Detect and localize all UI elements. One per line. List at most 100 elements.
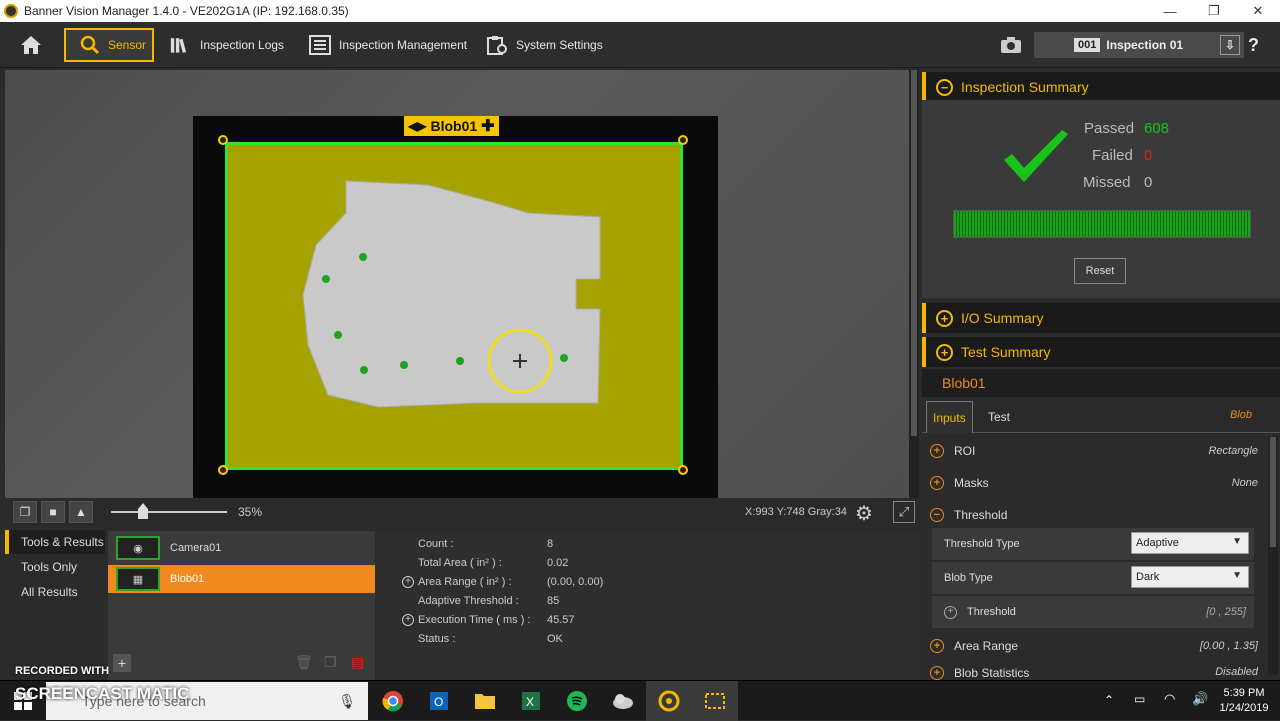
pass-history-bar	[953, 210, 1251, 238]
app-cloud-icon[interactable]	[600, 681, 646, 721]
camera-icon	[1000, 34, 1022, 56]
camera-button[interactable]	[1000, 28, 1030, 62]
chrome-icon[interactable]	[370, 681, 416, 721]
viewer-scrollbar[interactable]	[909, 70, 919, 498]
tool-type: Blob	[1229, 409, 1252, 421]
inspection-summary-header[interactable]: − Inspection Summary	[922, 72, 1280, 102]
blob-tool-icon: ▦	[116, 567, 160, 591]
tool-camera01[interactable]: ◉ Camera01	[108, 534, 375, 562]
collapse-icon: −	[930, 508, 944, 522]
param-area-range[interactable]: + Area Range [0.00 , 1.35]	[922, 631, 1258, 661]
viewer-footer: ❐ ■ ▲ 35% X:993 Y:748 Gray:34 ⚙ ⤢	[5, 498, 919, 526]
expand-icon[interactable]: +	[402, 614, 414, 626]
expand-icon: +	[930, 476, 944, 490]
add-tool-button[interactable]: +	[113, 654, 131, 672]
delete-all-icon[interactable]: ▤	[351, 654, 364, 671]
home-button[interactable]	[20, 28, 50, 62]
clock-date: 1/24/2019	[1219, 702, 1269, 714]
blob-type-select[interactable]: Dark ▼	[1131, 566, 1249, 588]
file-explorer-icon[interactable]	[462, 681, 508, 721]
reset-button[interactable]: Reset	[1074, 258, 1126, 284]
tab-inspection-logs[interactable]: Inspection Logs	[170, 28, 284, 62]
svg-text:X: X	[526, 695, 534, 709]
io-summary-title: I/O Summary	[961, 310, 1044, 326]
tab-tools-only[interactable]: Tools Only	[5, 555, 105, 579]
gear-icon[interactable]: ⚙	[855, 501, 873, 526]
minimize-button[interactable]: —	[1148, 0, 1192, 22]
panel-scrollbar[interactable]	[1268, 437, 1278, 675]
chevron-down-icon: ▼	[1232, 536, 1242, 547]
expand-icon: +	[944, 605, 957, 619]
zoom-slider[interactable]	[111, 511, 227, 513]
result-label: Total Area ( in² ) :	[418, 557, 502, 569]
roi-handle[interactable]	[218, 465, 228, 475]
landscape-icon[interactable]: ▲	[69, 501, 93, 523]
books-icon	[170, 34, 192, 56]
chevron-up-icon[interactable]: ⌃	[1104, 693, 1114, 707]
tab-inspection-management[interactable]: Inspection Management	[309, 28, 467, 62]
multi-image-icon[interactable]: ❐	[13, 501, 37, 523]
param-label: Masks	[954, 476, 989, 490]
wifi-icon[interactable]: ◠	[1164, 691, 1175, 707]
chevron-down-icon: ▼	[1232, 570, 1242, 581]
banner-vision-icon[interactable]	[646, 681, 692, 721]
download-icon[interactable]: ⇩	[1220, 35, 1240, 55]
threshold-sub-value: [0 , 255]	[1206, 606, 1246, 618]
title-bar: Banner Vision Manager 1.4.0 - VE202G1A (…	[0, 0, 1280, 22]
tab-all-results[interactable]: All Results	[5, 580, 105, 604]
maximize-button[interactable]: ❐	[1192, 0, 1236, 22]
fullscreen-icon[interactable]: ⤢	[893, 501, 915, 523]
spotify-icon[interactable]	[554, 681, 600, 721]
excel-icon[interactable]: X	[508, 681, 554, 721]
roi-handle[interactable]	[218, 135, 228, 145]
copy-icon[interactable]: ❐	[324, 654, 337, 671]
inspection-summary-title: Inspection Summary	[961, 79, 1089, 95]
taskbar-clock[interactable]: 5:39 PM 1/24/2019	[1216, 686, 1272, 716]
roi-handle[interactable]	[678, 465, 688, 475]
main-toolbar: Sensor Inspection Logs Inspection Manage…	[0, 22, 1280, 68]
zoom-knob[interactable]	[138, 503, 148, 519]
io-summary-header[interactable]: + I/O Summary	[922, 303, 1280, 333]
tab-system-settings[interactable]: System Settings	[486, 28, 603, 62]
screen-recorder-icon[interactable]	[692, 681, 738, 721]
param-label: ROI	[954, 444, 976, 458]
tool-tabs: Inputs Test Blob	[922, 397, 1280, 433]
threshold-type-select[interactable]: Adaptive ▼	[1131, 532, 1249, 554]
search-icon	[80, 34, 100, 56]
roi-handle[interactable]	[678, 135, 688, 145]
part-image	[302, 180, 601, 408]
inspection-selector[interactable]: 001 Inspection 01 ⇩	[1034, 32, 1244, 58]
tool-label: Camera01	[170, 542, 222, 554]
tool-blob01[interactable]: ▦ Blob01	[108, 565, 375, 593]
roi-label[interactable]: ◀▶ Blob01 ✚	[404, 116, 499, 136]
param-roi[interactable]: + ROI Rectangle	[922, 436, 1258, 466]
volume-icon[interactable]: 🔊	[1192, 691, 1208, 707]
outlook-icon[interactable]: O	[416, 681, 462, 721]
param-threshold[interactable]: − Threshold	[922, 500, 1258, 530]
tab-tools-results[interactable]: Tools & Results	[5, 530, 105, 554]
param-blob-statistics[interactable]: + Blob Statistics Disabled	[922, 666, 1258, 680]
watermark-screencast: SCREENCAST MATIC	[15, 684, 190, 703]
single-image-icon[interactable]: ■	[41, 501, 65, 523]
tab-inputs[interactable]: Inputs	[926, 401, 973, 433]
expand-icon: +	[930, 666, 944, 680]
threshold-range-row[interactable]: + Threshold [0 , 255]	[932, 596, 1254, 628]
result-label: Area Range ( in² ) :	[418, 576, 512, 588]
tab-sensor[interactable]: Sensor	[64, 28, 154, 62]
tab-system-settings-label: System Settings	[516, 38, 603, 52]
failed-label: Failed	[1092, 147, 1133, 164]
param-value: Disabled	[1215, 666, 1258, 678]
result-label: Execution Time ( ms ) :	[418, 614, 531, 626]
expand-icon[interactable]: +	[402, 576, 414, 588]
result-value: 85	[547, 595, 560, 607]
delete-icon[interactable]: 🗑	[295, 654, 313, 671]
battery-icon[interactable]: ▭	[1134, 692, 1145, 706]
inspection-name: Inspection 01	[1106, 38, 1184, 52]
microphone-icon[interactable]: 🎙	[338, 693, 356, 710]
tab-test[interactable]: Test	[988, 401, 1010, 433]
roi-rectangle[interactable]	[225, 142, 683, 470]
param-masks[interactable]: + Masks None	[922, 468, 1258, 498]
help-button[interactable]: ?	[1248, 28, 1259, 62]
close-button[interactable]: ✕	[1236, 0, 1280, 22]
test-summary-header[interactable]: + Test Summary	[922, 337, 1280, 367]
